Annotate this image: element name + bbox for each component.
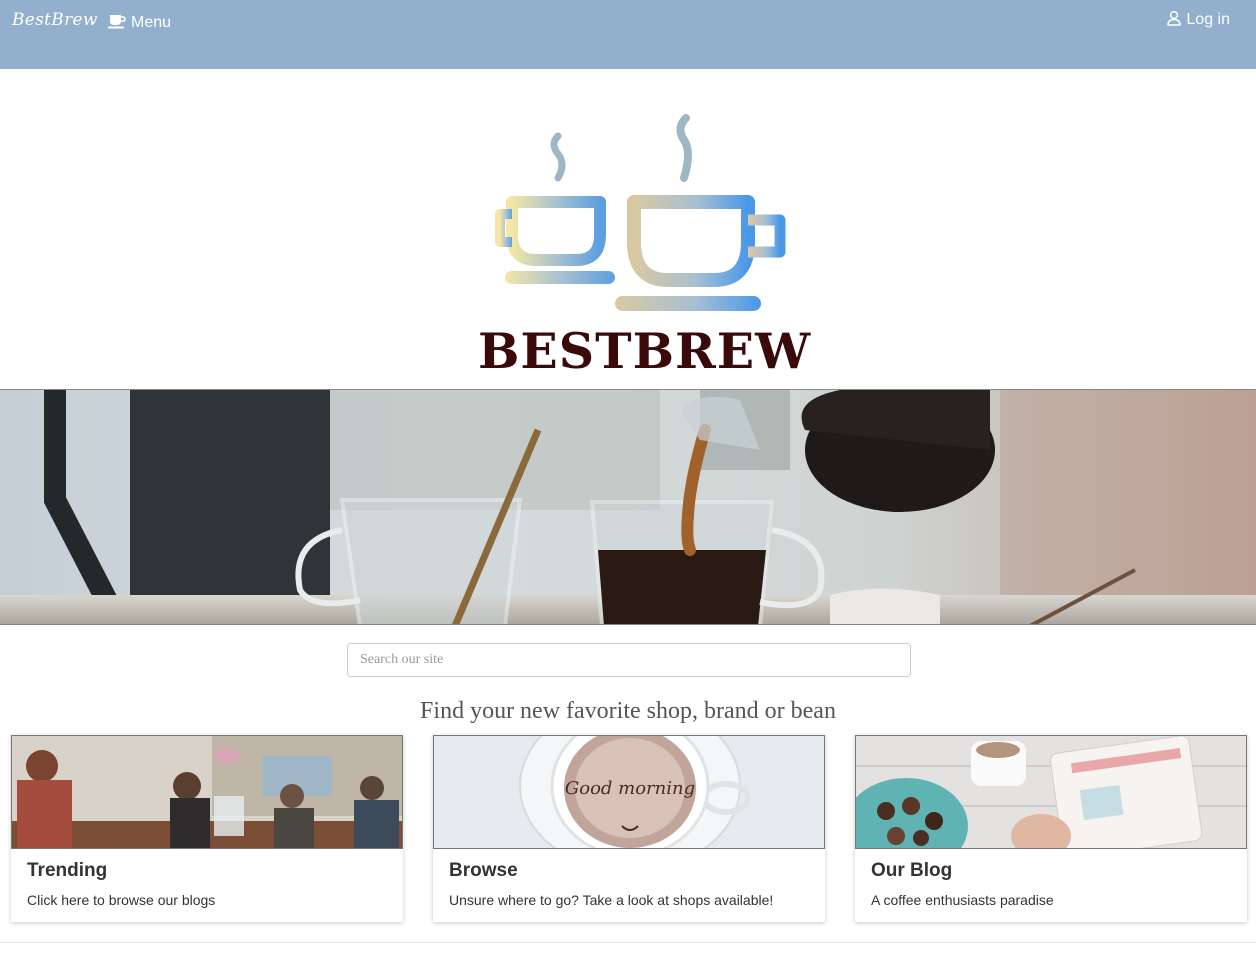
card-browse[interactable]: Good morning Browse Unsure where to go? …: [433, 735, 825, 922]
card-trending[interactable]: Trending Click here to browse our blogs: [11, 735, 403, 922]
search-input[interactable]: [347, 643, 911, 677]
card-title-blog: Our Blog: [871, 860, 953, 881]
card-image-blog: [855, 735, 1247, 849]
card-title-browse: Browse: [449, 860, 518, 881]
card-text-blog: A coffee enthusiasts paradise: [871, 892, 1054, 908]
card-text-trending: Click here to browse our blogs: [27, 892, 216, 908]
footer-divider: [0, 942, 1256, 943]
navbar: BestBrew Menu Log in: [0, 0, 1256, 69]
logo-wordmark: BESTBREW: [478, 322, 812, 380]
card-blog[interactable]: Our Blog A coffee enthusiasts paradise: [855, 735, 1247, 922]
card-title-trending: Trending: [27, 860, 108, 881]
card-image-text-browse: Good morning: [565, 778, 695, 799]
card-text-browse: Unsure where to go? Take a look at shops…: [449, 892, 774, 908]
menu-button[interactable]: Menu: [108, 12, 171, 34]
menu-label: Menu: [131, 14, 172, 31]
coffee-cup-icon: [108, 13, 126, 34]
hero-banner: [0, 389, 1256, 625]
tagline: Find your new favorite shop, brand or be…: [420, 698, 836, 724]
card-image-browse: Good morning: [433, 735, 825, 849]
user-icon: [1166, 10, 1182, 31]
login-label: Log in: [1186, 11, 1230, 28]
card-image-trending: [11, 735, 403, 849]
brand-link[interactable]: BestBrew: [12, 10, 98, 30]
login-button[interactable]: Log in: [1166, 9, 1230, 31]
